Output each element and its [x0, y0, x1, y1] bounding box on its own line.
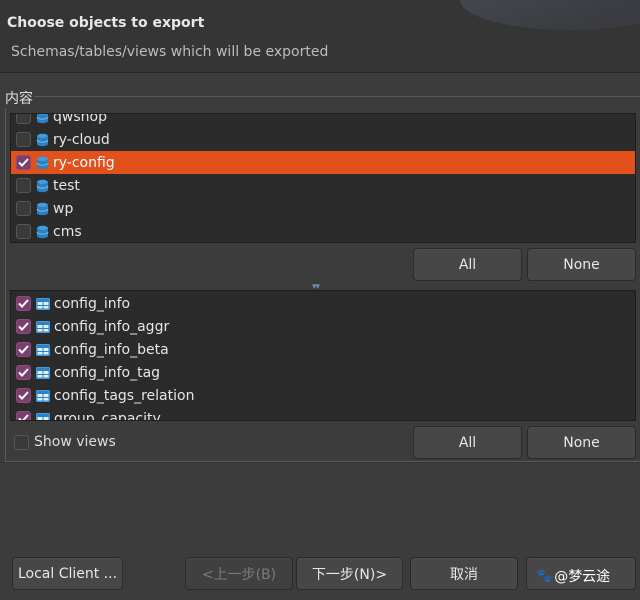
- wizard-header: Choose objects to export Schemas/tables/…: [0, 0, 640, 72]
- watermark-text: @梦云途: [554, 569, 611, 585]
- header-divider: [0, 72, 640, 73]
- next-button[interactable]: 下一步(N)>: [296, 557, 403, 590]
- schema-name: cms: [53, 223, 82, 240]
- show-views-toggle[interactable]: Show views: [14, 434, 116, 450]
- table-icon: [36, 366, 50, 379]
- database-icon: [36, 179, 49, 193]
- header-decoration: [460, 0, 640, 30]
- select-none-tables-button[interactable]: None: [527, 426, 636, 459]
- table-name: group_capacity: [54, 410, 161, 421]
- table-checkbox[interactable]: [16, 411, 31, 420]
- content-bottom-divider: [0, 462, 640, 463]
- database-icon: [36, 156, 49, 170]
- back-button[interactable]: <上一步(B): [185, 557, 293, 590]
- schema-name: wp: [53, 200, 74, 217]
- schema-name: qwshop: [53, 113, 107, 125]
- table-icon: [36, 343, 50, 356]
- page-subtitle: Schemas/tables/views which will be expor…: [11, 44, 329, 60]
- schema-checkbox[interactable]: [16, 132, 31, 147]
- schema-name: ry-cloud: [53, 131, 110, 148]
- table-icon: [36, 389, 50, 402]
- table-checkbox[interactable]: [16, 388, 31, 403]
- schema-checkbox[interactable]: [16, 201, 31, 216]
- table-name: config_info: [54, 295, 131, 312]
- page-title: Choose objects to export: [7, 15, 205, 31]
- schema-name: ry-config: [53, 154, 115, 171]
- table-row[interactable]: config_info_aggr: [11, 315, 635, 338]
- schema-row[interactable]: wp: [11, 197, 635, 220]
- table-checkbox[interactable]: [16, 319, 31, 334]
- local-client-button[interactable]: Local Client ...: [12, 557, 123, 590]
- database-icon: [36, 133, 49, 147]
- table-checkbox[interactable]: [16, 342, 31, 357]
- schema-name: test: [53, 177, 80, 194]
- schema-row[interactable]: cms: [11, 220, 635, 242]
- schema-checkbox[interactable]: [16, 114, 31, 124]
- table-name: config_info_beta: [54, 341, 169, 358]
- select-all-schemas-button[interactable]: All: [413, 248, 522, 281]
- show-views-label: Show views: [34, 434, 116, 450]
- table-name: config_info_aggr: [54, 318, 170, 335]
- table-name: config_tags_relation: [54, 387, 195, 404]
- table-checkbox[interactable]: [16, 296, 31, 311]
- cancel-button[interactable]: 取消: [410, 557, 518, 590]
- table-row[interactable]: config_info: [11, 292, 635, 315]
- schema-row[interactable]: test: [11, 174, 635, 197]
- table-row[interactable]: config_info_tag: [11, 361, 635, 384]
- table-list[interactable]: config_info config_info_aggr config_info…: [10, 290, 636, 421]
- database-icon: [36, 202, 49, 216]
- table-row[interactable]: group_capacity: [11, 407, 635, 421]
- table-checkbox[interactable]: [16, 365, 31, 380]
- show-views-checkbox[interactable]: [14, 434, 29, 450]
- schema-checkbox[interactable]: [16, 224, 31, 239]
- content-group-label: 内容: [4, 88, 34, 108]
- schema-row[interactable]: ry-cloud: [11, 128, 635, 151]
- paw-icon: 🐾: [536, 568, 553, 584]
- select-none-schemas-button[interactable]: None: [527, 248, 636, 281]
- schema-row-selected[interactable]: ry-config: [11, 151, 635, 174]
- schema-checkbox[interactable]: [16, 178, 31, 193]
- database-icon: [36, 114, 49, 124]
- table-icon: [36, 297, 50, 310]
- table-row[interactable]: config_info_beta: [11, 338, 635, 361]
- select-all-tables-button[interactable]: All: [413, 426, 522, 459]
- table-row[interactable]: config_tags_relation: [11, 384, 635, 407]
- schema-checkbox[interactable]: [16, 155, 31, 170]
- table-name: config_info_tag: [54, 364, 161, 381]
- table-icon: [36, 320, 50, 333]
- watermark: 🐾 @梦云途: [536, 566, 610, 586]
- database-icon: [36, 225, 49, 239]
- schema-row[interactable]: qwshop: [11, 113, 635, 128]
- table-icon: [36, 412, 50, 420]
- schema-list[interactable]: qwshop ry-cloud ry-config test wp cms: [10, 113, 636, 243]
